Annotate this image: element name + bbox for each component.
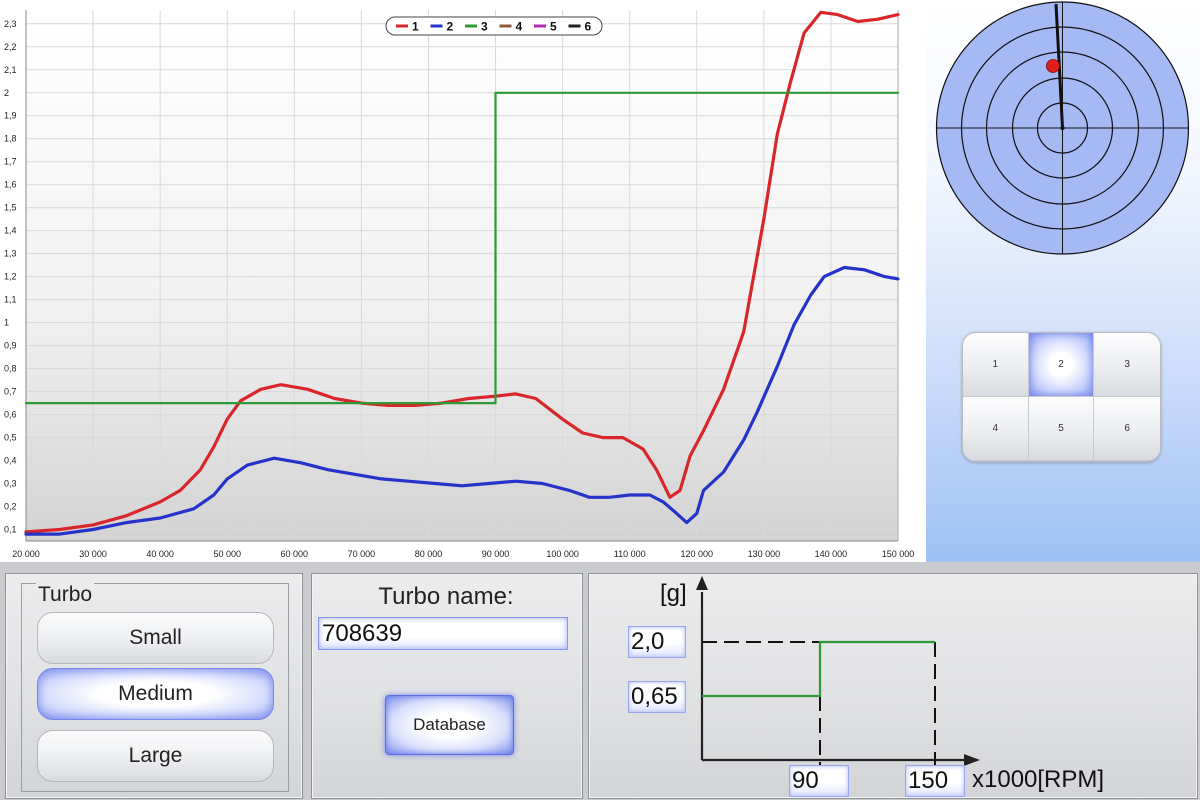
- keypad-key-4[interactable]: 4: [963, 397, 1029, 461]
- y-tick-label: 2,2: [4, 42, 17, 52]
- y-tick-label: 2,3: [4, 19, 17, 29]
- keypad-key-6[interactable]: 6: [1094, 397, 1160, 461]
- y-tick-label: 0,3: [4, 479, 17, 489]
- channel-keypad: 1 2 3 4 5 6: [962, 332, 1161, 462]
- boost-chart: 0,1 0,2 0,3 0,4 0,5 0,6 0,7 0,8 0,9 1 1,1 1,2 1,3 1,4…: [4, 10, 915, 559]
- profile-y-value-high[interactable]: 2,0: [628, 626, 686, 658]
- y-tick-label: 0,7: [4, 387, 17, 397]
- y-tick-label: 1,5: [4, 203, 17, 213]
- x-tick-label: 110 000: [614, 549, 646, 559]
- y-tick-label: 0,5: [4, 433, 17, 443]
- medium-button[interactable]: Medium: [37, 668, 274, 720]
- y-tick-label: 0,9: [4, 341, 17, 351]
- legend-label-6: 6: [585, 20, 592, 34]
- x-tick-label: 90 000: [482, 549, 510, 559]
- y-tick-label: 1,9: [4, 111, 17, 121]
- x-tick-label: 30 000: [79, 549, 107, 559]
- chart-area: 0,1 0,2 0,3 0,4 0,5 0,6 0,7 0,8 0,9 1 1,1 1,2 1,3 1,4…: [0, 0, 926, 562]
- y-tick-label: 1,7: [4, 157, 17, 167]
- x-tick-label: 130 000: [748, 549, 781, 559]
- x-tick-label: 120 000: [680, 549, 713, 559]
- keypad-key-2[interactable]: 2: [1028, 333, 1095, 397]
- legend-label-5: 5: [550, 20, 557, 34]
- y-tick-label: 0,6: [4, 410, 17, 420]
- legend-label-4: 4: [516, 20, 523, 34]
- large-button[interactable]: Large: [37, 730, 274, 782]
- x-tick-label: 140 000: [815, 549, 848, 559]
- small-button[interactable]: Small: [37, 612, 274, 664]
- profile-y-value-low[interactable]: 0,65: [628, 681, 686, 713]
- turbo-name-label: Turbo name:: [378, 583, 514, 610]
- y-tick-label: 0,8: [4, 364, 17, 374]
- y-tick-label: 0,2: [4, 502, 17, 512]
- x-tick-label: 40 000: [146, 549, 174, 559]
- profile-x-value-switch[interactable]: 90: [789, 765, 849, 797]
- y-tick-label: 2: [4, 88, 9, 98]
- keypad-key-5[interactable]: 5: [1028, 397, 1095, 461]
- radar-target-dot: [1046, 59, 1060, 73]
- keypad-key-1[interactable]: 1: [963, 333, 1029, 397]
- x-tick-label: 60 000: [281, 549, 309, 559]
- x-tick-label: 20 000: [12, 549, 40, 559]
- legend-label-3: 3: [481, 20, 488, 34]
- keypad-key-3[interactable]: 3: [1094, 333, 1160, 397]
- y-tick-label: 1,2: [4, 272, 17, 282]
- legend-label-1: 1: [412, 20, 419, 34]
- y-tick-label: 0,1: [4, 525, 17, 535]
- database-button[interactable]: Database: [385, 695, 514, 755]
- x-tick-label: 150 000: [882, 549, 915, 559]
- y-tick-label: 0,4: [4, 456, 17, 466]
- turbo-group-title: Turbo: [36, 583, 95, 607]
- y-tick-label: 1,6: [4, 180, 17, 190]
- y-tick-label: 2,1: [4, 65, 17, 75]
- turbo-name-input[interactable]: [318, 617, 568, 650]
- plot-background: [26, 10, 898, 541]
- y-tick-label: 1,4: [4, 226, 17, 236]
- y-tick-label: 1,1: [4, 295, 17, 305]
- x-tick-label: 70 000: [348, 549, 376, 559]
- radar-gauge: [935, 1, 1190, 255]
- y-tick-label: 1,8: [4, 134, 17, 144]
- legend-label-2: 2: [447, 20, 454, 34]
- x-tick-label: 80 000: [415, 549, 443, 559]
- x-tick-label: 50 000: [213, 549, 241, 559]
- profile-y-unit: [g]: [660, 580, 687, 607]
- x-tick-label: 100 000: [546, 549, 579, 559]
- y-tick-label: 1: [4, 318, 9, 328]
- profile-x-value-max[interactable]: 150: [905, 765, 965, 797]
- profile-x-unit: x1000[RPM]: [972, 766, 1105, 793]
- radar-area: [926, 0, 1200, 562]
- y-tick-label: 1,3: [4, 249, 17, 259]
